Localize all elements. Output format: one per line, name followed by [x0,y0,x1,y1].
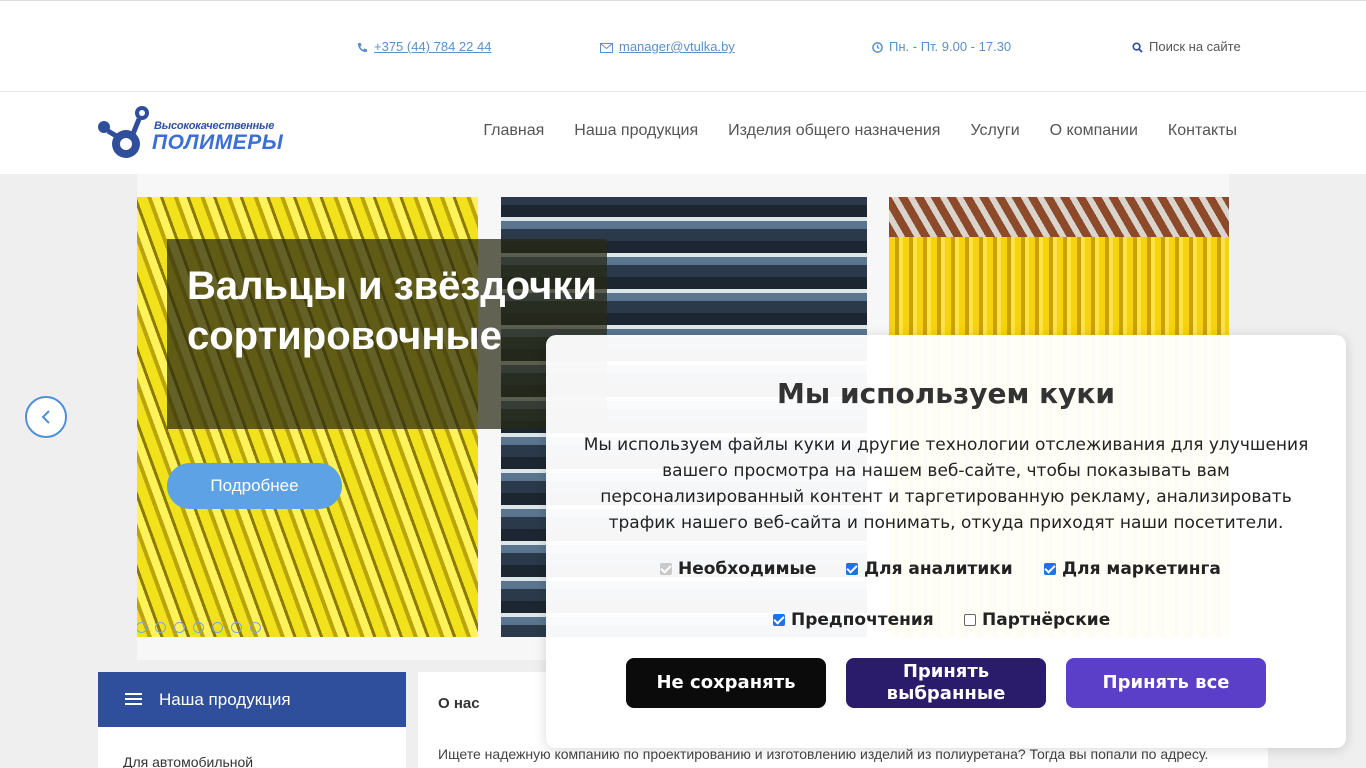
slider-dot[interactable] [212,622,223,633]
slider-dot[interactable] [250,622,261,633]
email-contact[interactable]: manager@vtulka.by [600,39,735,54]
main-header: Высококачественные ПОЛИМЕРЫ Главная Наша… [0,92,1366,174]
products-menu-list: Для автомобильной [98,727,406,768]
slider-dot[interactable] [193,622,204,633]
cookie-option-necessary: Необходимые [660,559,816,579]
nav-about[interactable]: О компании [1050,122,1138,140]
site-search[interactable]: Поиск на сайте [1132,39,1241,54]
slider-dot[interactable] [155,622,166,633]
cookie-option-preferences[interactable]: Предпочтения [773,610,934,630]
analytics-label[interactable]: Для аналитики [864,559,1013,579]
phone-link[interactable]: +375 (44) 784 22 44 [374,39,491,54]
envelope-icon [600,41,614,53]
partners-label[interactable]: Партнёрские [982,610,1110,630]
nav-general-items[interactable]: Изделия общего назначения [728,122,940,140]
logo-wordmark: ПОЛИМЕРЫ [152,131,284,154]
necessary-label: Необходимые [678,559,817,579]
cookie-option-partners[interactable]: Партнёрские [964,610,1110,630]
hours-text: Пн. - Пт. 9.00 - 17.30 [889,39,1012,54]
slider-dot[interactable] [174,622,185,633]
main-navigation: Главная Наша продукция Изделия общего на… [483,122,1237,140]
slider-dot[interactable] [231,622,242,633]
preferences-label[interactable]: Предпочтения [791,610,934,630]
slider-prev-button[interactable] [25,396,67,438]
search-icon [1132,41,1144,53]
nav-products[interactable]: Наша продукция [574,122,698,140]
cookie-description: Мы используем файлы куки и другие технол… [583,435,1309,533]
cookie-consent-dialog: Мы используем куки Мы используем файлы к… [546,335,1346,748]
preferences-checkbox[interactable] [773,614,785,626]
molecule-logo-icon [98,106,149,158]
slide-more-button[interactable]: Подробнее [167,463,342,509]
cookie-option-analytics[interactable]: Для аналитики [846,559,1013,579]
partners-checkbox[interactable] [964,614,976,626]
about-text: Ищете надежную компанию по проектировани… [438,746,1209,762]
slide-caption: Вальцы и звёздочки сортировочные [167,239,607,429]
chevron-left-icon [41,410,50,424]
search-label[interactable]: Поиск на сайте [1149,39,1241,54]
analytics-checkbox[interactable] [846,563,858,575]
nav-contacts[interactable]: Контакты [1168,122,1237,140]
about-title: О нас [438,695,480,712]
marketing-checkbox[interactable] [1044,563,1056,575]
top-contact-bar: +375 (44) 784 22 44 manager@vtulka.by Пн… [0,0,1366,92]
marketing-label[interactable]: Для маркетинга [1062,559,1221,579]
hamburger-icon [125,693,142,706]
cookie-title: Мы используем куки [777,377,1115,410]
clock-icon [872,41,884,53]
products-menu-title: Наша продукция [159,690,291,709]
email-link[interactable]: manager@vtulka.by [619,39,735,54]
phone-contact[interactable]: +375 (44) 784 22 44 [357,39,491,54]
phone-icon [357,41,369,53]
slide-title: Вальцы и звёздочки сортировочные [187,264,597,358]
products-menu-header[interactable]: Наша продукция [98,672,406,727]
slider-dot[interactable] [137,622,147,633]
nav-services[interactable]: Услуги [970,122,1019,140]
nav-home[interactable]: Главная [483,122,544,140]
site-logo[interactable]: Высококачественные ПОЛИМЕРЫ [98,104,298,162]
slider-pagination [137,622,261,633]
cookie-decline-button[interactable]: Не сохранять [626,658,826,708]
cookie-option-marketing[interactable]: Для маркетинга [1044,559,1221,579]
working-hours: Пн. - Пт. 9.00 - 17.30 [872,39,1011,54]
cookie-accept-selected-button[interactable]: Принять выбранные [846,658,1046,708]
products-menu-item[interactable]: Для автомобильной [123,754,253,768]
necessary-checkbox [660,563,672,575]
cookie-accept-all-button[interactable]: Принять все [1066,658,1266,708]
